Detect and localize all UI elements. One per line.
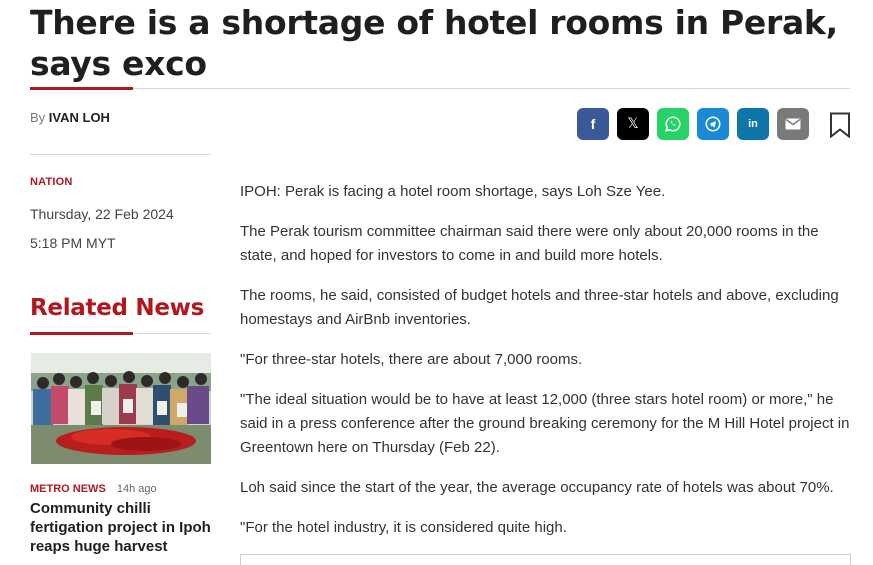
article-body: IPOH: Perak is facing a hotel room short… xyxy=(240,180,852,556)
article-paragraph: "For three-star hotels, there are about … xyxy=(240,351,583,368)
byline: By IVAN LOH xyxy=(30,110,110,125)
headline-divider xyxy=(30,88,850,89)
share-x-button[interactable]: 𝕏 xyxy=(617,108,649,140)
headline-accent-bar xyxy=(30,87,133,90)
related-item-headline[interactable]: Community chilli fertigation project in … xyxy=(30,499,212,556)
share-whatsapp-button[interactable] xyxy=(657,108,689,140)
publish-date: Thursday, 22 Feb 2024 xyxy=(30,206,174,222)
x-icon: 𝕏 xyxy=(627,116,639,132)
sidebar-divider xyxy=(30,154,211,155)
related-item-meta: METRO NEWS 14h ago xyxy=(30,483,157,495)
share-telegram-button[interactable] xyxy=(697,108,729,140)
share-facebook-button[interactable]: f xyxy=(577,108,609,140)
bookmark-button[interactable] xyxy=(828,112,852,143)
related-news-title: Related News xyxy=(30,295,204,321)
author-name[interactable]: IVAN LOH xyxy=(49,110,110,125)
article-paragraph: The rooms, he said, consisted of budget … xyxy=(240,287,839,328)
bookmark-icon xyxy=(828,112,852,142)
article-paragraph: Loh said since the start of the year, th… xyxy=(240,479,834,496)
share-bar: f 𝕏 in xyxy=(577,108,809,140)
embedded-content-box xyxy=(240,554,851,565)
related-item-age: 14h ago xyxy=(116,483,157,495)
email-icon xyxy=(785,118,801,130)
article-paragraph: IPOH: Perak is facing a hotel room short… xyxy=(240,183,666,200)
share-email-button[interactable] xyxy=(777,108,809,140)
byline-prefix: By xyxy=(30,110,46,125)
related-accent-bar xyxy=(30,332,133,335)
publish-time: 5:18 PM MYT xyxy=(30,235,116,251)
share-linkedin-button[interactable]: in xyxy=(737,108,769,140)
whatsapp-icon xyxy=(664,115,682,133)
linkedin-icon: in xyxy=(748,118,758,130)
related-news-thumbnail[interactable] xyxy=(31,353,211,464)
article-headline: There is a shortage of hotel rooms in Pe… xyxy=(30,3,838,83)
article-paragraph: "For the hotel industry, it is considere… xyxy=(240,519,567,536)
facebook-icon: f xyxy=(590,116,596,132)
article-paragraph: The Perak tourism committee chairman sai… xyxy=(240,223,819,264)
article-paragraph: "The ideal situation would be to have at… xyxy=(240,391,850,456)
article-category[interactable]: NATION xyxy=(30,176,73,188)
related-item-category[interactable]: METRO NEWS xyxy=(30,483,106,495)
telegram-icon xyxy=(704,115,722,133)
